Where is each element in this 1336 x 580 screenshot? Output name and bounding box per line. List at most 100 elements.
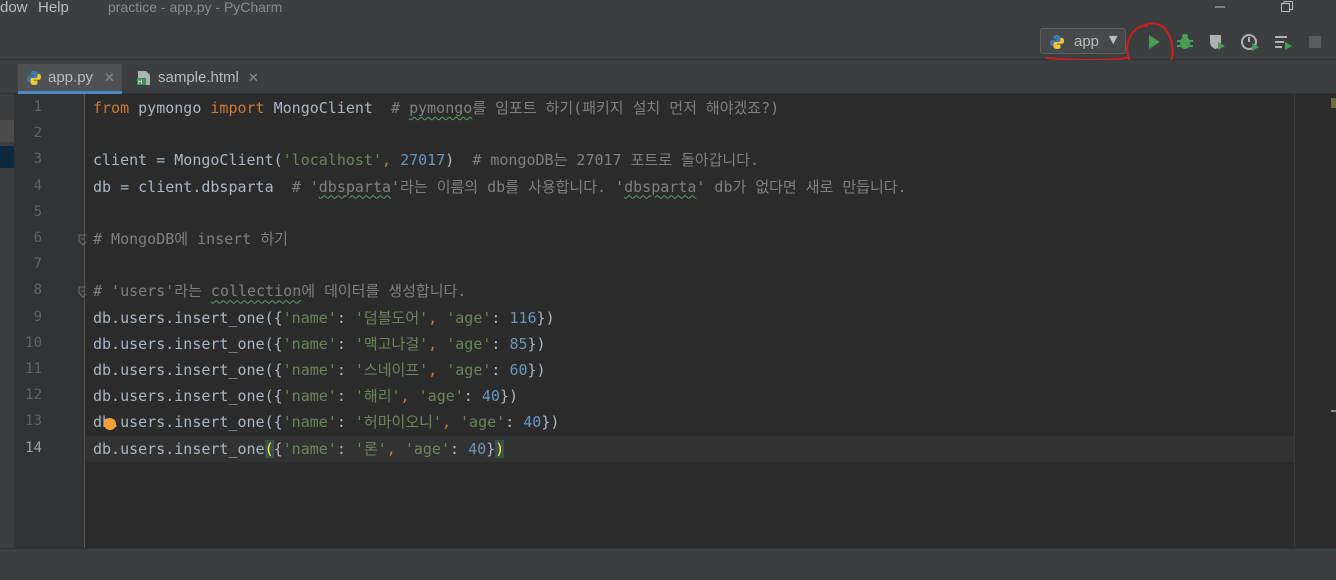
code-token: 'age' bbox=[446, 334, 492, 353]
code-token: db = client.dbsparta bbox=[93, 177, 292, 196]
code-token: 60 bbox=[509, 361, 528, 379]
line-number[interactable]: 14 bbox=[14, 440, 42, 456]
line-number[interactable]: 6 bbox=[14, 230, 42, 246]
line-number[interactable]: 11 bbox=[14, 361, 42, 377]
inspection-status-icon[interactable] bbox=[1331, 98, 1336, 108]
code-line[interactable]: db.users.insert_one({'name': '해리', 'age'… bbox=[93, 386, 518, 406]
code-token: '해리' bbox=[354, 387, 401, 406]
code-token: }) bbox=[536, 308, 555, 327]
code-line[interactable]: db.users.insert_one({'name': '스네이프', 'ag… bbox=[93, 360, 546, 380]
code-token: 를 임포트 하기(패키지 설치 먼저 해야겠죠?) bbox=[472, 99, 780, 117]
profile-icon[interactable] bbox=[1240, 32, 1260, 52]
code-token: 'localhost' bbox=[282, 151, 382, 170]
minimize-icon[interactable] bbox=[1214, 0, 1226, 16]
code-token: client = MongoClient( bbox=[93, 151, 283, 170]
code-line[interactable]: db.users.insert_one({'name': '맥고나걸', 'ag… bbox=[93, 334, 546, 354]
line-number[interactable]: 3 bbox=[14, 151, 42, 167]
code-token: from bbox=[93, 99, 130, 117]
code-token: 'name' bbox=[282, 439, 337, 458]
code-token: pymongo bbox=[409, 99, 473, 117]
code-token: 40 bbox=[468, 439, 487, 458]
code-token: db.users.insert_one bbox=[93, 439, 265, 458]
menu-window[interactable]: dow bbox=[0, 0, 28, 16]
code-token: : bbox=[463, 387, 482, 406]
warning-marker[interactable] bbox=[1331, 410, 1336, 412]
menu-help[interactable]: Help bbox=[38, 0, 69, 16]
code-line[interactable]: db.users.insert_one({'name': '덤블도어', 'ag… bbox=[93, 308, 555, 328]
window-title: practice - app.py - PyCharm bbox=[108, 0, 283, 15]
line-number[interactable]: 5 bbox=[14, 204, 42, 220]
close-icon[interactable]: ✕ bbox=[104, 64, 115, 92]
line-number[interactable]: 12 bbox=[14, 387, 42, 403]
code-token: ) bbox=[445, 151, 473, 170]
line-number[interactable]: 9 bbox=[14, 309, 42, 325]
code-token: : bbox=[336, 361, 355, 379]
code-line[interactable]: from pymongo import MongoClient # pymong… bbox=[93, 98, 779, 118]
project-tool-marker[interactable] bbox=[0, 120, 14, 142]
concurrency-icon[interactable] bbox=[1273, 32, 1293, 52]
line-number[interactable]: 4 bbox=[14, 178, 42, 194]
code-token: , bbox=[428, 308, 447, 327]
code-token: 116 bbox=[509, 308, 537, 327]
code-token: , bbox=[428, 334, 447, 353]
editor-tabs: app.py ✕ H sample.html ✕ bbox=[0, 60, 1336, 94]
code-line[interactable]: db.users.insert_one({'name': '론', 'age':… bbox=[93, 439, 505, 459]
code-token: 40 bbox=[481, 387, 500, 406]
stop-icon[interactable] bbox=[1305, 32, 1325, 52]
run-icon[interactable] bbox=[1144, 32, 1164, 52]
line-number[interactable]: 1 bbox=[14, 99, 42, 115]
code-line[interactable]: db = client.dbsparta # 'dbsparta'라는 이름의 … bbox=[93, 177, 907, 197]
line-number[interactable]: 10 bbox=[14, 335, 42, 351]
code-token: , bbox=[441, 413, 461, 432]
close-icon[interactable]: ✕ bbox=[248, 64, 259, 92]
code-token: 에 데이터를 생성합니다. bbox=[301, 282, 467, 301]
code-token: 'age' bbox=[418, 387, 464, 406]
code-token: 'name' bbox=[282, 387, 337, 406]
code-token: # MongoDB에 insert 하기 bbox=[93, 230, 288, 248]
code-editor[interactable]: from pymongo import MongoClient # pymong… bbox=[86, 94, 1294, 548]
code-token: : bbox=[336, 387, 355, 406]
code-token: : bbox=[336, 308, 355, 327]
code-line[interactable]: # MongoDB에 insert 하기 bbox=[93, 229, 288, 249]
restore-icon[interactable] bbox=[1280, 0, 1294, 16]
python-file-icon bbox=[27, 71, 41, 85]
code-token: dbsparta bbox=[624, 177, 697, 196]
code-token: 'age' bbox=[460, 413, 506, 432]
main-toolbar: app ▼ bbox=[0, 18, 1336, 73]
code-token: collection bbox=[210, 282, 302, 301]
line-number[interactable]: 2 bbox=[14, 125, 42, 141]
code-token: { bbox=[273, 439, 283, 458]
code-token: : bbox=[336, 439, 355, 458]
code-token: '론' bbox=[354, 439, 387, 458]
code-token: } bbox=[486, 439, 496, 458]
tab-app-py[interactable]: app.py ✕ bbox=[18, 64, 122, 94]
code-token: db.users.insert_one({ bbox=[93, 334, 283, 353]
lightbulb-icon[interactable] bbox=[104, 418, 116, 430]
svg-text:H: H bbox=[138, 79, 143, 86]
code-token: : bbox=[336, 413, 355, 432]
code-token: # 'users'라는 bbox=[93, 282, 211, 301]
code-token: }) bbox=[527, 334, 546, 353]
structure-tool-marker[interactable] bbox=[0, 146, 14, 168]
code-token: 'age' bbox=[446, 308, 492, 327]
code-line[interactable]: client = MongoClient('localhost', 27017)… bbox=[93, 150, 759, 170]
code-token: 27017 bbox=[400, 151, 446, 170]
line-number[interactable]: 7 bbox=[14, 256, 42, 272]
code-token: ) bbox=[495, 439, 505, 458]
coverage-icon[interactable] bbox=[1207, 32, 1227, 52]
code-line[interactable]: # 'users'라는 collection에 데이터를 생성합니다. bbox=[93, 281, 466, 301]
code-token: , bbox=[382, 151, 401, 170]
code-token: '덤블도어' bbox=[354, 308, 429, 327]
code-token: '스네이프' bbox=[354, 361, 429, 379]
left-tool-stripe bbox=[0, 94, 14, 580]
html-file-icon: H bbox=[137, 71, 150, 86]
line-number[interactable]: 8 bbox=[14, 282, 42, 298]
tab-sample-html[interactable]: H sample.html ✕ bbox=[128, 64, 264, 94]
code-token: '맥고나걸' bbox=[354, 334, 429, 353]
code-token: }) bbox=[541, 413, 560, 432]
code-token: db.users.insert_one({ bbox=[93, 413, 283, 432]
code-line[interactable]: db.users.insert_one({'name': '허마이오니', 'a… bbox=[93, 412, 559, 432]
code-token: MongoClient bbox=[264, 99, 392, 117]
line-number[interactable]: 13 bbox=[14, 413, 42, 429]
debug-icon[interactable] bbox=[1175, 32, 1195, 52]
